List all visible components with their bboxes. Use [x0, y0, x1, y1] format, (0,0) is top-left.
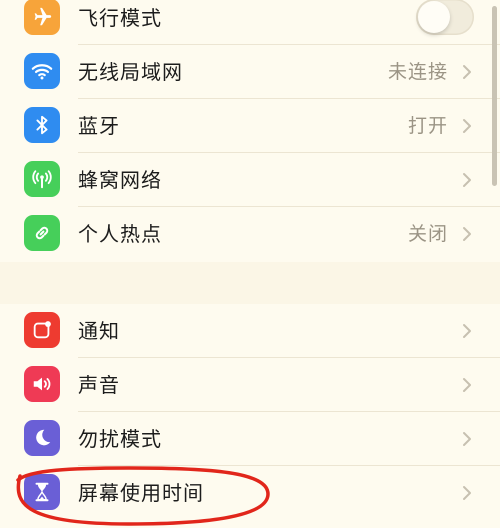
- speaker-icon: [24, 366, 60, 402]
- wifi-label: 无线局域网: [78, 60, 183, 84]
- hourglass-icon: [24, 474, 60, 510]
- sounds-row[interactable]: 声音: [0, 358, 500, 412]
- wifi-icon: [24, 53, 60, 89]
- airplane-icon: [24, 0, 60, 35]
- do-not-disturb-row[interactable]: 勿扰模式: [0, 412, 500, 466]
- hotspot-row[interactable]: 个人热点 关闭: [0, 207, 500, 261]
- screen-time-row[interactable]: 屏幕使用时间: [0, 466, 500, 520]
- notifications-label: 通知: [78, 319, 120, 343]
- scrollbar[interactable]: [492, 6, 497, 186]
- airplane-mode-label: 飞行模式: [78, 6, 162, 30]
- chevron-right-icon: [460, 226, 474, 242]
- notifications-row[interactable]: 通知: [0, 304, 500, 358]
- bluetooth-status: 打开: [407, 115, 448, 137]
- chevron-right-icon: [460, 431, 474, 447]
- airplane-mode-row[interactable]: 飞行模式: [0, 0, 500, 45]
- do-not-disturb-label: 勿扰模式: [78, 427, 162, 451]
- cellular-row[interactable]: 蜂窝网络: [0, 153, 500, 207]
- chevron-right-icon: [460, 377, 474, 393]
- airplane-mode-toggle[interactable]: [416, 0, 474, 35]
- sounds-label: 声音: [78, 373, 120, 397]
- bluetooth-row[interactable]: 蓝牙 打开: [0, 99, 500, 153]
- wifi-status: 未连接: [387, 61, 448, 83]
- settings-group-connectivity: 飞行模式 无线局域网 未连接 蓝牙 打开 蜂窝网络 个人热点 关闭: [0, 0, 500, 262]
- wifi-row[interactable]: 无线局域网 未连接: [0, 45, 500, 99]
- hotspot-label: 个人热点: [78, 222, 162, 246]
- settings-group-general: 通知 声音 勿扰模式 屏幕使用时间: [0, 304, 500, 528]
- chevron-right-icon: [460, 485, 474, 501]
- hotspot-status: 关闭: [407, 223, 448, 245]
- notification-icon: [24, 312, 60, 348]
- screen-time-label: 屏幕使用时间: [78, 481, 204, 505]
- bluetooth-icon: [24, 107, 60, 143]
- chevron-right-icon: [460, 64, 474, 80]
- hotspot-icon: [24, 215, 60, 251]
- moon-icon: [24, 420, 60, 456]
- chevron-right-icon: [460, 323, 474, 339]
- toggle-knob: [418, 1, 450, 33]
- chevron-right-icon: [460, 172, 474, 188]
- cellular-label: 蜂窝网络: [78, 168, 162, 192]
- bluetooth-label: 蓝牙: [78, 114, 120, 138]
- chevron-right-icon: [460, 118, 474, 134]
- antenna-icon: [24, 161, 60, 197]
